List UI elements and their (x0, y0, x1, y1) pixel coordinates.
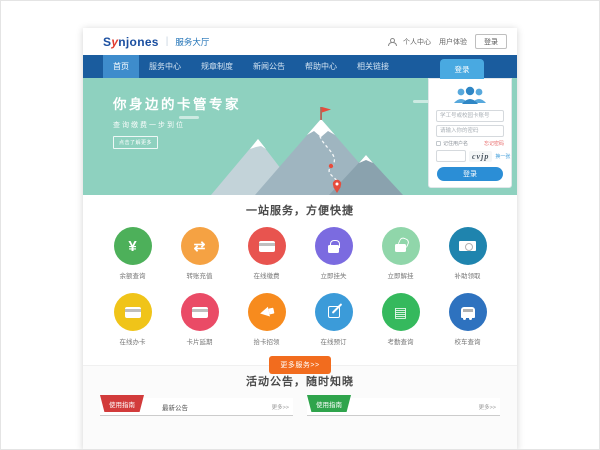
personal-center-link[interactable]: 个人中心 (403, 37, 431, 47)
captcha-row: cvjp 换一张 (436, 150, 504, 162)
service-item-transfer[interactable]: ⇄ 转账充值 (166, 227, 233, 280)
usage-guide-tab[interactable]: 使用指南 (100, 395, 144, 412)
help-panel: 使用指南 更多>> (307, 398, 500, 416)
top-header: Synjones | 服务大厅 个人中心 用户体验 登录 (83, 28, 517, 55)
logo-divider: | (166, 36, 169, 47)
logo-text-rest: njones (118, 35, 158, 49)
users-icon (450, 86, 490, 106)
remember-label: 记住用户名 (443, 140, 468, 147)
guide-panel: 使用指南 最新公告 更多>> (100, 398, 293, 416)
remember-row: 记住用户名 忘记密码 (436, 140, 504, 147)
bus-icon (449, 293, 487, 331)
services-row-2: 在线办卡 卡片延期 拾卡招领 在线预订 ▤ 考勤查询 校车查询 (83, 293, 517, 346)
nav-item-news[interactable]: 新闻公告 (243, 55, 295, 78)
header-login-button[interactable]: 登录 (475, 34, 507, 49)
hero-cta-button[interactable]: 点击了解更多 (113, 136, 158, 149)
product-name: 服务大厅 (175, 36, 209, 48)
user-feedback-link[interactable]: 用户体验 (439, 37, 467, 47)
lock-icon (315, 227, 353, 265)
logo-accent-y: y (111, 35, 118, 49)
site-page: Synjones | 服务大厅 个人中心 用户体验 登录 首页 服务中心 规章制… (83, 28, 517, 450)
service-item-balance[interactable]: ¥ 余额查询 (99, 227, 166, 280)
usage-guide-tab-right[interactable]: 使用指南 (307, 395, 351, 412)
captcha-image[interactable]: cvjp (469, 151, 492, 162)
guide-more-link[interactable]: 更多>> (272, 403, 289, 411)
forgot-password-link[interactable]: 忘记密码 (484, 140, 504, 147)
card-icon (181, 293, 219, 331)
service-item-card-extend[interactable]: 卡片延期 (166, 293, 233, 346)
service-item-payment[interactable]: 在线缴费 (233, 227, 300, 280)
banknote-icon (449, 227, 487, 265)
help-panel-header: 使用指南 更多>> (307, 398, 500, 416)
service-item-booking[interactable]: 在线预订 (300, 293, 367, 346)
pencil-icon (315, 293, 353, 331)
latest-news-tab[interactable]: 最新公告 (162, 402, 188, 412)
password-input[interactable] (436, 125, 504, 137)
announcements-section: 活动公告，随时知晓 使用指南 最新公告 更多>> 使用指南 更多>> (83, 365, 517, 450)
login-submit-button[interactable]: 登录 (437, 167, 503, 181)
nav-item-home[interactable]: 首页 (103, 55, 139, 78)
service-item-lost-found[interactable]: 拾卡招领 (233, 293, 300, 346)
nav-item-help[interactable]: 帮助中心 (295, 55, 347, 78)
announcement-panels: 使用指南 最新公告 更多>> 使用指南 更多>> (83, 398, 517, 416)
guide-panel-header: 使用指南 最新公告 更多>> (100, 398, 293, 416)
service-item-apply-card[interactable]: 在线办卡 (99, 293, 166, 346)
service-item-attendance[interactable]: ▤ 考勤查询 (367, 293, 434, 346)
help-more-link[interactable]: 更多>> (479, 403, 496, 411)
megaphone-icon (248, 293, 286, 331)
more-services-button[interactable]: 更多服务>> (269, 356, 330, 374)
service-item-cancel-loss[interactable]: 立即解挂 (367, 227, 434, 280)
services-title: 一站服务，方便快捷 (83, 195, 517, 218)
brand-logo[interactable]: Synjones (103, 35, 159, 49)
person-icon (388, 38, 395, 45)
header-links: 个人中心 用户体验 登录 (388, 34, 507, 49)
login-tab[interactable]: 登录 (440, 59, 484, 79)
hero-banner: 你身边的卡管专家 查询缴费一步到位 点击了解更多 登录 (83, 78, 517, 195)
card-icon (248, 227, 286, 265)
nav-item-rules[interactable]: 规章制度 (191, 55, 243, 78)
hero-title: 你身边的卡管专家 (113, 93, 241, 113)
service-item-school-bus[interactable]: 校车查询 (434, 293, 501, 346)
captcha-input[interactable] (436, 150, 466, 162)
nav-item-links[interactable]: 相关链接 (347, 55, 399, 78)
services-section: 一站服务，方便快捷 ¥ 余额查询 ⇄ 转账充值 在线缴费 立即挂失 立即解挂 (83, 195, 517, 365)
hero-subtitle: 查询缴费一步到位 (113, 120, 241, 130)
list-icon: ▤ (382, 293, 420, 331)
unlock-icon (382, 227, 420, 265)
yen-icon: ¥ (114, 227, 152, 265)
services-row-1: ¥ 余额查询 ⇄ 转账充值 在线缴费 立即挂失 立即解挂 补助领取 (83, 227, 517, 280)
service-item-subsidy[interactable]: 补助领取 (434, 227, 501, 280)
nav-item-service-center[interactable]: 服务中心 (139, 55, 191, 78)
remember-checkbox[interactable] (436, 141, 441, 146)
username-input[interactable] (436, 110, 504, 122)
transfer-icon: ⇄ (181, 227, 219, 265)
login-panel: 登录 记住用户名 忘记密码 cvjp 换一张 登录 (428, 78, 512, 188)
hero-text-block: 你身边的卡管专家 查询缴费一步到位 点击了解更多 (113, 93, 241, 149)
service-item-report-loss[interactable]: 立即挂失 (300, 227, 367, 280)
card-icon (114, 293, 152, 331)
refresh-captcha-link[interactable]: 换一张 (495, 153, 510, 160)
